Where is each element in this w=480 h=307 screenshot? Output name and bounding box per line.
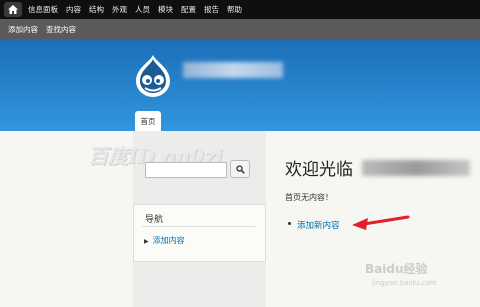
shortcut-add-content[interactable]: 添加内容 xyxy=(8,24,38,35)
navigation-title: 导航 xyxy=(145,215,164,225)
menu-content[interactable]: 内容 xyxy=(66,4,81,15)
shortcut-find-content[interactable]: 查找内容 xyxy=(46,24,76,35)
menu-people[interactable]: 人员 xyxy=(135,4,150,15)
menu-appearance[interactable]: 外观 xyxy=(112,4,127,15)
triangle-bullet-icon: ▶ xyxy=(144,238,149,245)
empty-front-page-message: 首页无内容！ xyxy=(285,193,333,202)
home-icon[interactable] xyxy=(4,2,22,17)
nav-item-label: 添加内容 xyxy=(152,236,185,245)
site-name-blurred xyxy=(183,62,283,78)
admin-toolbar: 信息面板 内容 结构 外观 人员 模块 配置 报告 帮助 xyxy=(0,0,480,19)
menu-structure[interactable]: 结构 xyxy=(89,4,104,15)
page-title: 欢迎光临 xyxy=(285,160,353,180)
menu-configuration[interactable]: 配置 xyxy=(181,4,196,15)
drupal-logo-icon[interactable] xyxy=(130,53,176,103)
admin-menu: 信息面板 内容 结构 外观 人员 模块 配置 报告 帮助 xyxy=(28,4,242,15)
search-button[interactable] xyxy=(230,160,250,178)
baidu-url-watermark: jingyan.baidu.com xyxy=(372,279,437,287)
divider xyxy=(142,226,255,227)
shortcuts-bar: 添加内容 查找内容 xyxy=(0,19,480,39)
navigation-block: 导航 ▶ 添加内容 xyxy=(133,204,266,262)
add-new-content-link[interactable]: 添加新内容 xyxy=(297,219,340,231)
site-name-blurred-title xyxy=(362,160,470,176)
tab-home[interactable]: 首页 xyxy=(135,111,161,131)
search-input[interactable] xyxy=(145,162,227,178)
nav-item-add-content[interactable]: ▶ 添加内容 xyxy=(144,235,185,246)
menu-dashboard[interactable]: 信息面板 xyxy=(28,4,58,15)
search-icon xyxy=(235,164,245,174)
baidu-watermark: Baidu经验 xyxy=(365,262,428,276)
menu-modules[interactable]: 模块 xyxy=(158,4,173,15)
menu-reports[interactable]: 报告 xyxy=(204,4,219,15)
menu-help[interactable]: 帮助 xyxy=(227,4,242,15)
site-header xyxy=(0,39,480,131)
list-bullet xyxy=(288,222,291,225)
red-arrow-annotation xyxy=(352,215,410,230)
